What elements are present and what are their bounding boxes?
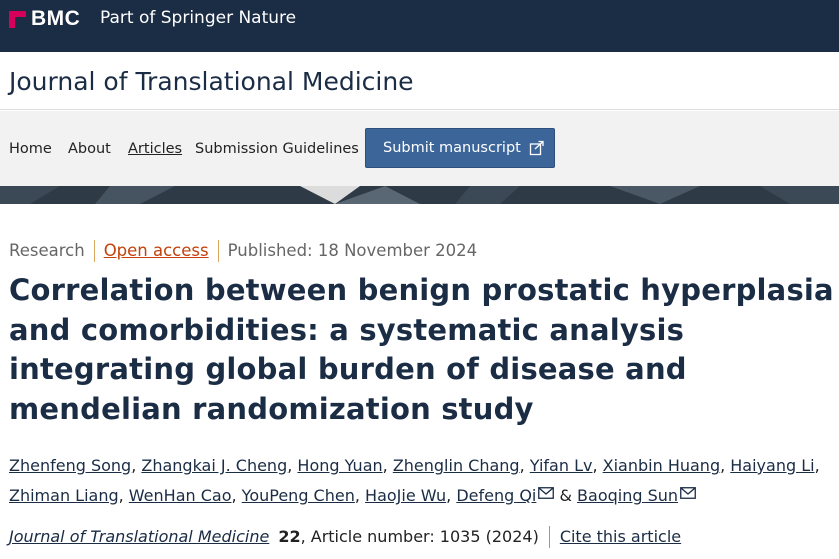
article-meta: Research Open access Published: 18 Novem… [9,240,477,262]
external-link-icon [529,140,544,156]
author-link[interactable]: Baoqing Sun [577,486,678,505]
author-link[interactable]: YouPeng Chen [242,486,355,505]
bmc-logo[interactable]: BMC [9,7,81,30]
nav-submission-guidelines[interactable]: Submission Guidelines [195,140,359,158]
bmc-logo-text: BMC [31,7,81,30]
author-link[interactable]: Zhenglin Chang [393,456,520,475]
author-link[interactable]: Zhenfeng Song [9,456,131,475]
nav-articles[interactable]: Articles [128,140,182,158]
citation-divider [548,526,550,548]
author-link[interactable]: WenHan Cao [129,486,232,505]
author-link[interactable]: Defeng Qi [456,486,536,505]
author-link[interactable]: Zhangkai J. Cheng [141,456,287,475]
mail-icon[interactable] [678,486,696,505]
published-date: Published: 18 November 2024 [227,241,478,260]
mail-icon[interactable] [536,486,555,505]
springer-nature-link[interactable]: Part of Springer Nature [100,8,296,28]
citation-article-number: , Article number: 1035 (2024) [300,527,539,546]
meta-divider [217,240,219,262]
author-link[interactable]: Hong Yuan [297,456,382,475]
author-conjunction: & [559,486,572,505]
author-link[interactable]: HaoJie Wu [365,486,446,505]
cite-this-article-link[interactable]: Cite this article [560,526,681,548]
author-link[interactable]: Zhiman Liang [9,486,119,505]
brand-bar: BMC Part of Springer Nature [0,0,839,52]
citation-journal-link[interactable]: Journal of Translational Medicine [9,526,269,548]
citation-line: Journal of Translational Medicine 22 , A… [9,526,681,548]
open-access-link[interactable]: Open access [104,240,209,262]
meta-divider [93,240,95,262]
author-list: Zhenfeng Song, Zhangkai J. Cheng, Hong Y… [9,456,820,505]
decorative-banner [0,186,839,204]
author-link[interactable]: Haiyang Li [730,456,814,475]
journal-nav: Home About Articles Submission Guideline… [0,111,839,186]
author-link[interactable]: Yifan Lv [530,456,593,475]
nav-about[interactable]: About [68,140,111,158]
bmc-logo-mark [9,10,26,28]
journal-header: Journal of Translational Medicine [0,52,839,110]
citation-volume: 22 [278,527,301,546]
banner-pattern-icon [0,186,839,204]
article-type: Research [9,241,85,260]
journal-title[interactable]: Journal of Translational Medicine [9,67,414,97]
author-link[interactable]: Xianbin Huang [603,456,720,475]
submit-manuscript-button[interactable]: Submit manuscript [365,128,555,168]
article-title: Correlation between benign prostatic hyp… [9,273,834,426]
submit-manuscript-label: Submit manuscript [383,140,521,156]
nav-home[interactable]: Home [9,140,52,158]
